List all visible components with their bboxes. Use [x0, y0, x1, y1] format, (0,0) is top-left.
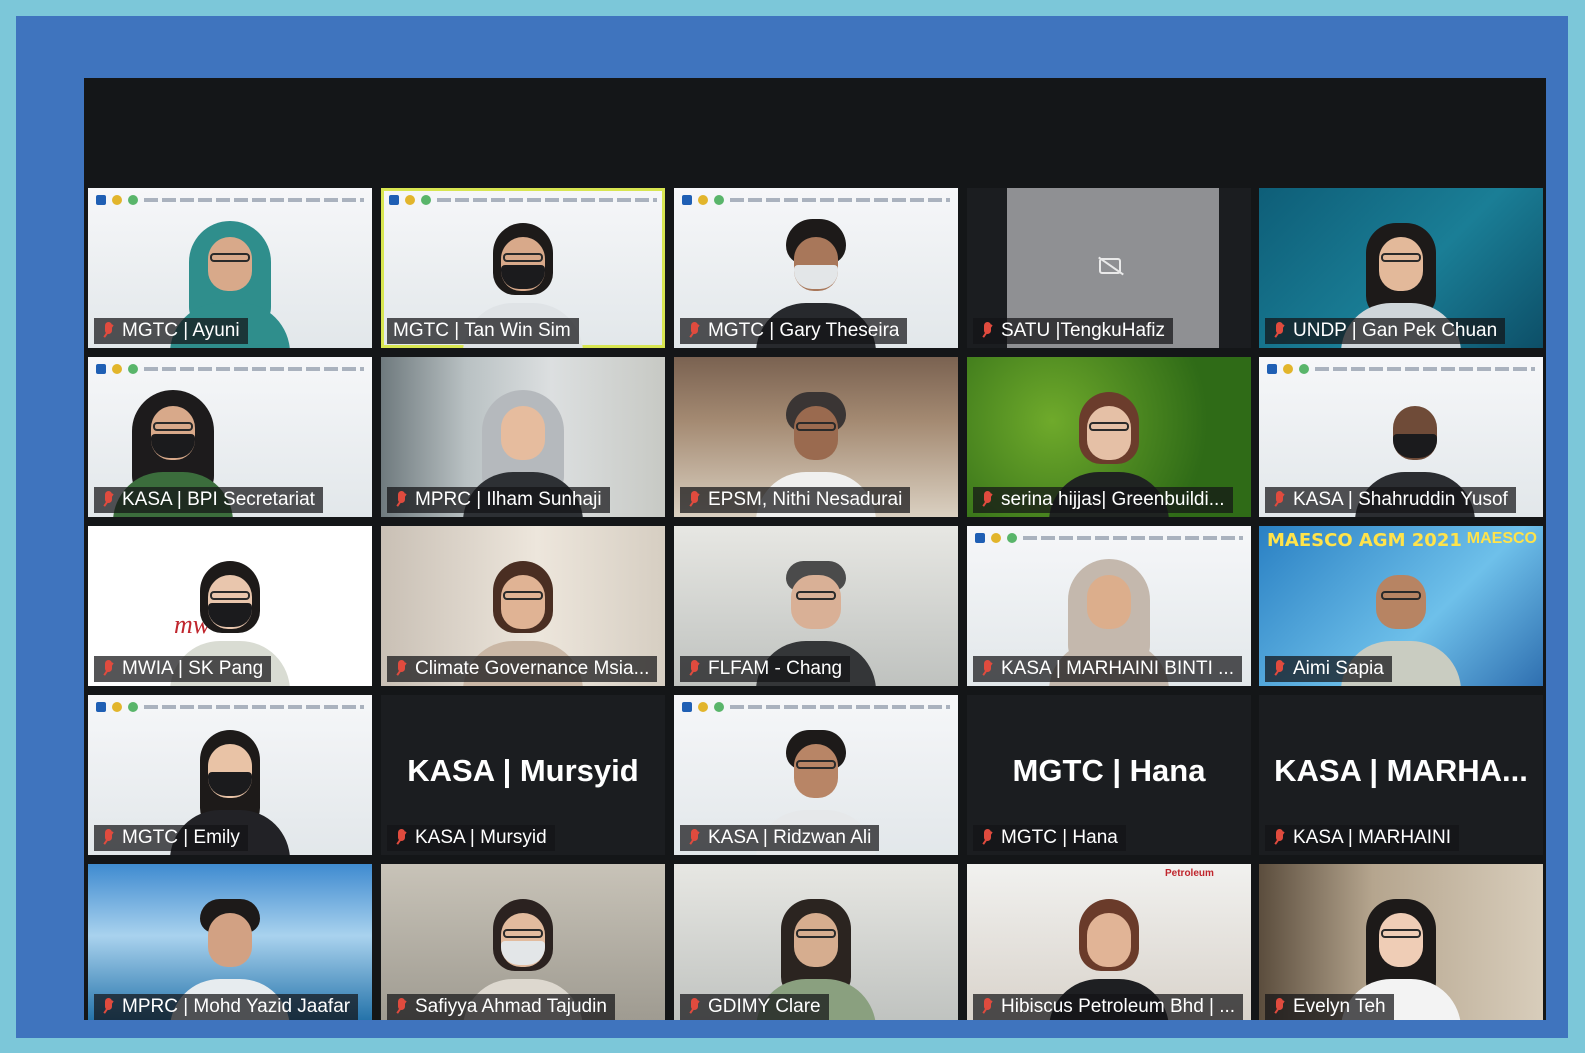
participant-tile-shahruddin-yusof[interactable]: KASA | Shahruddin Yusof [1259, 357, 1543, 517]
mic-muted-icon [100, 490, 116, 510]
mic-muted-icon [100, 659, 116, 679]
participant-name-label: KASA | Mursyid [387, 825, 555, 851]
participant-name-label: serina hijjas| Greenbuildi... [973, 487, 1233, 513]
photo-frame: MGTC | Ayuni MGTC | Tan Win Sim MGTC | G… [16, 16, 1568, 1038]
mic-muted-icon [100, 321, 116, 341]
participant-tile-mursyid[interactable]: KASA | Mursyid KASA | Mursyid [381, 695, 665, 855]
mic-muted-icon [686, 659, 702, 679]
participant-name-label: Safiyya Ahmad Tajudin [387, 994, 615, 1020]
mic-muted-icon [979, 659, 995, 679]
background-poster-tag: MAESCO [1466, 530, 1537, 547]
participant-tile-tan-win-sim[interactable]: MGTC | Tan Win Sim [381, 188, 665, 348]
mic-muted-icon [979, 321, 995, 341]
mic-muted-icon [979, 490, 995, 510]
participant-tile-emily[interactable]: MGTC | Emily [88, 695, 372, 855]
participant-name-label: Climate Governance Msia... [387, 656, 658, 682]
background-company-tag: Petroleum [1165, 868, 1214, 879]
participant-tile-ilham-sunhaji[interactable]: MPRC | Ilham Sunhaji [381, 357, 665, 517]
participant-name-label: UNDP | Gan Pek Chuan [1265, 318, 1506, 344]
participant-name-label: MPRC | Mohd Yazid Jaafar [94, 994, 359, 1020]
participant-tile-gary-theseira[interactable]: MGTC | Gary Theseira [674, 188, 958, 348]
participant-display-name: KASA | MARHA... [1274, 753, 1528, 788]
participant-tile-hana[interactable]: MGTC | Hana MGTC | Hana [967, 695, 1251, 855]
participant-tile-climate-governance[interactable]: Climate Governance Msia... [381, 526, 665, 686]
mic-muted-icon [393, 659, 409, 679]
participant-tile-bpi-secretariat[interactable]: KASA | BPI Secretariat [88, 357, 372, 517]
mic-muted-icon [100, 997, 116, 1017]
participant-tile-gan-pek-chuan[interactable]: UNDP | Gan Pek Chuan [1259, 188, 1543, 348]
participant-name-label: KASA | MARHAINI [1265, 825, 1460, 851]
background-poster-title: MAESCO AGM 2021 [1267, 530, 1462, 551]
participant-tile-flfam-chang[interactable]: FLFAM - Chang [674, 526, 958, 686]
participant-name-label: KASA | Ridzwan Ali [680, 825, 880, 851]
participant-name-label: MGTC | Gary Theseira [680, 318, 908, 344]
mic-muted-icon [979, 997, 995, 1017]
participant-tile-safiyya-ahmad-tajudin[interactable]: Safiyya Ahmad Tajudin [381, 864, 665, 1020]
participant-name-label: FLFAM - Chang [680, 656, 851, 682]
participant-name-label: SATU |TengkuHafiz [973, 318, 1174, 344]
mic-muted-icon [393, 490, 409, 510]
participant-display-name: KASA | Mursyid [407, 753, 639, 788]
participant-name-label: Hibiscus Petroleum Bhd | ... [973, 994, 1244, 1020]
participant-name-label: KASA | MARHAINI BINTI ... [973, 656, 1242, 682]
mic-muted-icon [1271, 828, 1287, 848]
participant-tile-tengkuhafiz[interactable]: SATU |TengkuHafiz [967, 188, 1251, 348]
participant-name-label: MGTC | Ayuni [94, 318, 248, 344]
slide-header [682, 701, 950, 713]
participant-name-label: MGTC | Emily [94, 825, 248, 851]
participant-display-name: MGTC | Hana [1012, 753, 1206, 788]
participant-name-label: MWIA | SK Pang [94, 656, 272, 682]
participant-tile-gdimy-clare[interactable]: GDIMY Clare [674, 864, 958, 1020]
participant-tile-marhaini-binti[interactable]: KASA | MARHAINI BINTI ... [967, 526, 1251, 686]
participant-name-label: MPRC | Ilham Sunhaji [387, 487, 610, 513]
mic-muted-icon [393, 997, 409, 1017]
camera-off-icon [1099, 258, 1121, 274]
slide-header [682, 194, 950, 206]
participant-name-label: KASA | Shahruddin Yusof [1265, 487, 1516, 513]
participant-tile-aimi-sapia[interactable]: MAESCO AGM 2021 MAESCO Aimi Sapia [1259, 526, 1543, 686]
mic-muted-icon [393, 828, 409, 848]
participant-tile-marhaini[interactable]: KASA | MARHA... KASA | MARHAINI [1259, 695, 1543, 855]
mic-muted-icon [979, 828, 995, 848]
mic-muted-icon [686, 997, 702, 1017]
participant-tile-mohd-yazid-jaafar[interactable]: MPRC | Mohd Yazid Jaafar [88, 864, 372, 1020]
participant-name-label: Evelyn Teh [1265, 994, 1394, 1020]
participant-tile-ridzwan-ali[interactable]: KASA | Ridzwan Ali [674, 695, 958, 855]
mic-muted-icon [1271, 997, 1287, 1017]
participant-tile-evelyn-teh[interactable]: Evelyn Teh [1259, 864, 1543, 1020]
participant-tile-sk-pang[interactable]: mw MWIA | SK Pang [88, 526, 372, 686]
participant-tile-serina-hijjas[interactable]: serina hijjas| Greenbuildi... [967, 357, 1251, 517]
video-call-gallery: MGTC | Ayuni MGTC | Tan Win Sim MGTC | G… [84, 78, 1546, 1020]
mic-muted-icon [686, 321, 702, 341]
slide-header [96, 363, 364, 375]
participant-tile-ayuni[interactable]: MGTC | Ayuni [88, 188, 372, 348]
slide-header [1267, 363, 1535, 375]
participant-name-label: MGTC | Hana [973, 825, 1126, 851]
mic-muted-icon [1271, 659, 1287, 679]
mic-muted-icon [100, 828, 116, 848]
participant-tile-nithi-nesadurai[interactable]: EPSM, Nithi Nesadurai [674, 357, 958, 517]
mic-muted-icon [686, 490, 702, 510]
slide-header [96, 701, 364, 713]
mic-muted-icon [1271, 490, 1287, 510]
mic-muted-icon [686, 828, 702, 848]
participant-tile-hibiscus-petroleum[interactable]: Petroleum Hibiscus Petroleum Bhd | ... [967, 864, 1251, 1020]
participant-name-label: GDIMY Clare [680, 994, 829, 1020]
participant-name-label: MGTC | Tan Win Sim [387, 318, 579, 344]
slide-header [975, 532, 1243, 544]
slide-header [389, 194, 657, 206]
slide-header [96, 194, 364, 206]
participant-name-label: EPSM, Nithi Nesadurai [680, 487, 911, 513]
participant-name-label: Aimi Sapia [1265, 656, 1392, 682]
participant-name-label: KASA | BPI Secretariat [94, 487, 323, 513]
mic-muted-icon [1271, 321, 1287, 341]
